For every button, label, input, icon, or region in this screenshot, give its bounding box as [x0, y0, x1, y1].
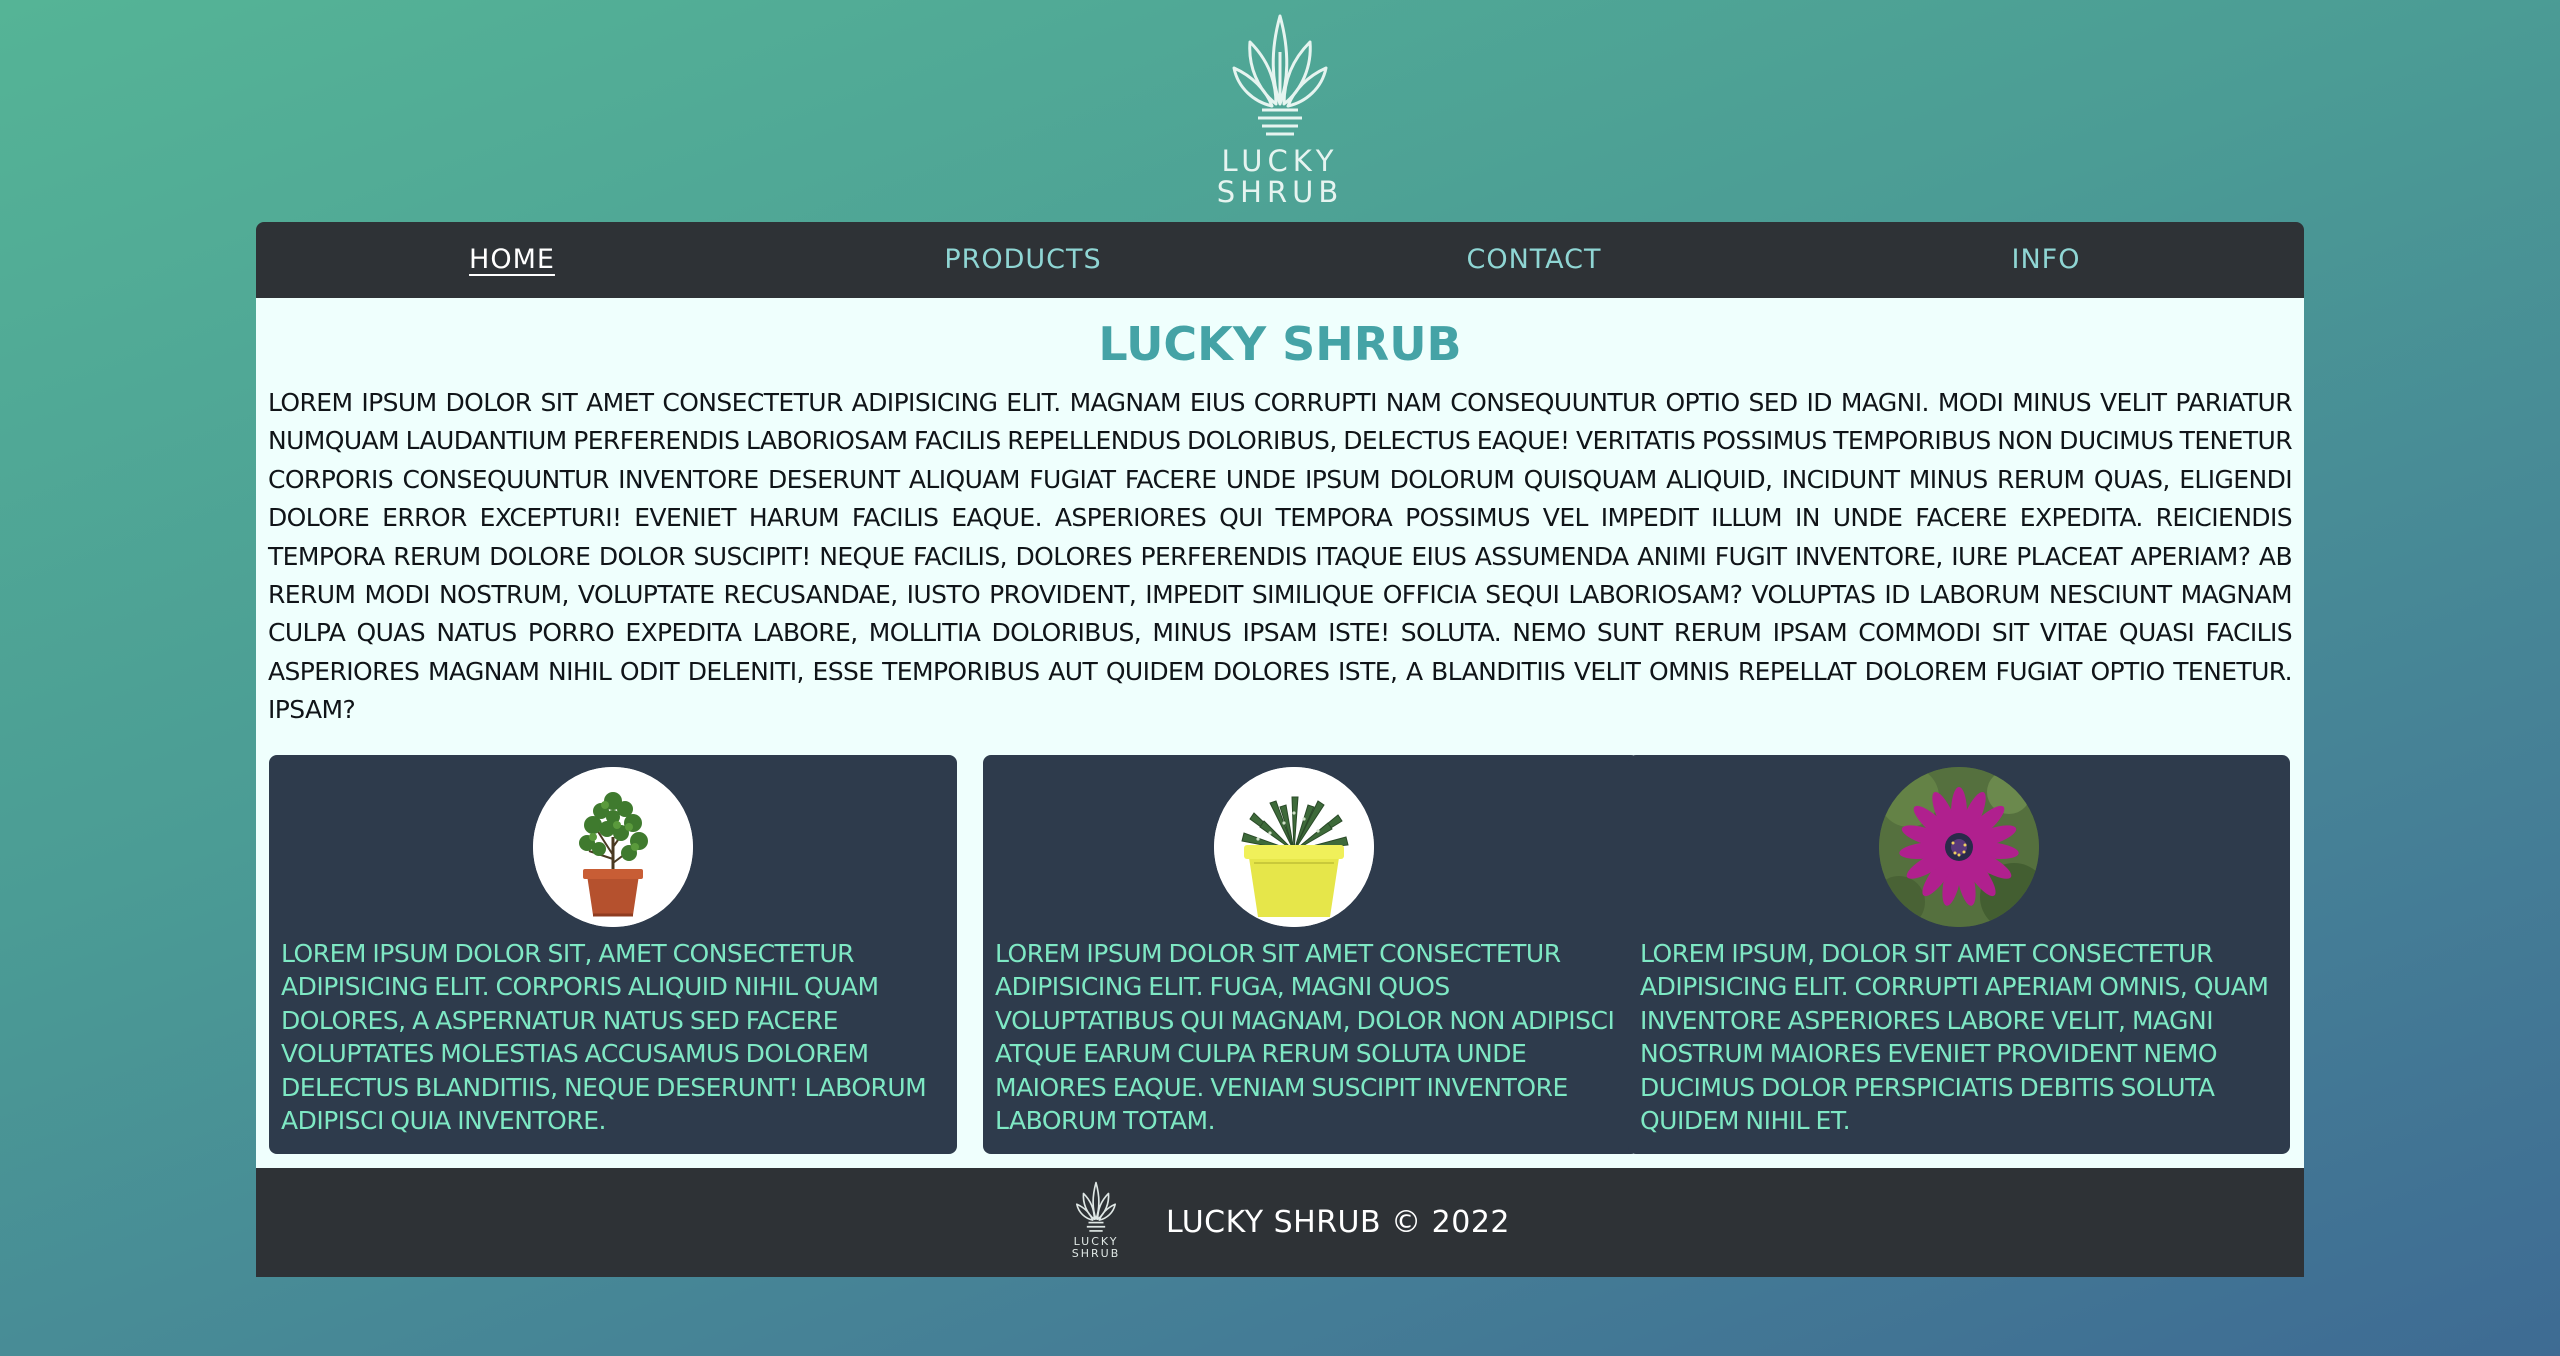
product-image-potted-shrub: [533, 767, 693, 927]
page-frame: Home Products Contact Info Lucky Shrub L…: [256, 222, 2304, 1277]
main-nav: Home Products Contact Info: [256, 222, 2304, 298]
footer-logo: LUCKY SHRUB: [1072, 1180, 1121, 1270]
main-content: Lucky Shrub Lorem ipsum dolor sit amet c…: [256, 298, 2304, 1168]
logo-line-1: LUCKY: [1221, 144, 1339, 178]
footer-logo-wordmark: LUCKY SHRUB: [1072, 1236, 1121, 1260]
product-card-2-text: Lorem ipsum dolor sit amet consectetur a…: [995, 939, 1615, 1136]
nav-item-contact[interactable]: Contact: [1466, 222, 1601, 298]
product-card-3: Lorem ipsum, dolor sit amet consectetur …: [1628, 755, 2290, 1154]
product-card-1: Lorem ipsum dolor sit, amet consectetur …: [269, 755, 957, 1154]
product-card-1-text: Lorem ipsum dolor sit, amet consectetur …: [281, 939, 927, 1136]
product-card-3-text: Lorem ipsum, dolor sit amet consectetur …: [1640, 939, 2269, 1136]
product-image-purple-daisy: [1879, 767, 2039, 927]
footer-copyright: Lucky Shrub © 2022: [1166, 1205, 1510, 1240]
page-title: Lucky Shrub: [1098, 317, 1462, 371]
footer-logo-line-2: SHRUB: [1071, 1247, 1121, 1260]
site-logo[interactable]: LUCKY SHRUB: [1217, 12, 1338, 212]
intro-paragraph: Lorem ipsum dolor sit amet consectetur a…: [268, 388, 2293, 725]
logo-line-2: SHRUB: [1216, 175, 1344, 209]
nav-item-home[interactable]: Home: [469, 222, 555, 298]
product-image-succulent: [1214, 767, 1374, 927]
nav-item-info[interactable]: Info: [2012, 222, 2081, 298]
shrub-logo-icon: [1232, 14, 1328, 136]
nav-item-products[interactable]: Products: [944, 222, 1101, 298]
footer-shrub-logo-icon: [1076, 1181, 1116, 1232]
product-card-2: Lorem ipsum dolor sit amet consectetur a…: [983, 755, 1639, 1154]
site-footer: LUCKY SHRUB Lucky Shrub © 2022: [256, 1168, 2304, 1277]
logo-wordmark: LUCKY SHRUB: [1217, 146, 1344, 208]
